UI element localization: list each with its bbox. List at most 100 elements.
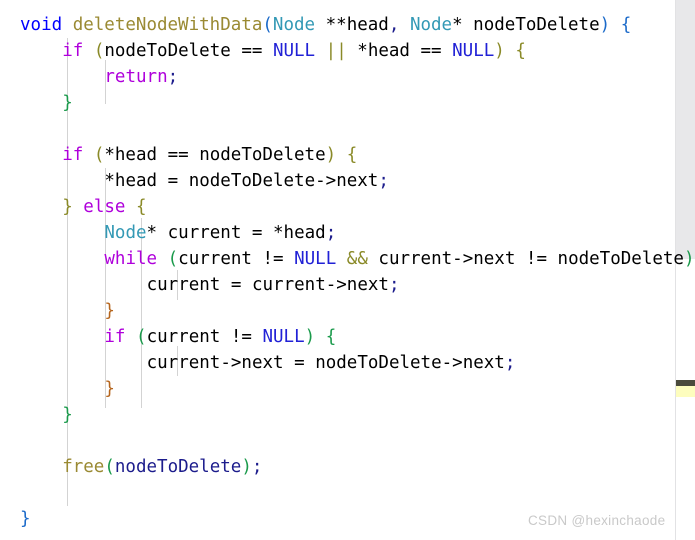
code-token: while <box>104 249 158 269</box>
code-token: Node <box>272 15 316 35</box>
code-token: { <box>346 145 358 165</box>
code-token: current <box>146 327 231 347</box>
code-token: if <box>62 41 84 61</box>
code-token: nodeToDelete <box>188 145 326 165</box>
scrollbar-thumb[interactable] <box>676 0 695 259</box>
code-token: ( <box>136 327 147 347</box>
code-token: if <box>104 327 126 347</box>
code-token: || <box>325 41 347 61</box>
code-token: head <box>346 15 389 35</box>
code-token: && <box>346 249 368 269</box>
code-token: nodeToDelete <box>114 457 242 477</box>
code-token: NULL <box>452 41 495 61</box>
code-token: ) <box>241 457 252 477</box>
code-token: ** <box>325 15 347 35</box>
code-line[interactable]: free(nodeToDelete); <box>62 454 262 480</box>
code-token: *head <box>262 223 326 243</box>
code-line[interactable]: } <box>104 376 115 402</box>
code-token: } <box>62 405 73 425</box>
code-token: else <box>83 197 126 217</box>
code-token: ( <box>93 41 105 61</box>
code-line[interactable]: if (current != NULL) { <box>104 324 336 350</box>
code-token: ) <box>494 41 505 61</box>
code-token: nodeToDelete <box>547 249 684 269</box>
code-token: free <box>62 457 105 477</box>
code-token: NULL <box>294 249 337 269</box>
code-line[interactable]: while (current != NULL && current->next … <box>104 246 694 272</box>
code-token: ; <box>388 275 400 295</box>
code-token: * <box>146 223 158 243</box>
code-line[interactable]: } <box>62 90 73 116</box>
overview-mark-highlight <box>676 386 695 397</box>
code-token: nodeToDelete <box>104 41 242 61</box>
code-line[interactable]: void deleteNodeWithData(Node **head, Nod… <box>20 12 631 38</box>
code-token: ) <box>599 15 611 35</box>
code-token: NULL <box>272 41 316 61</box>
code-token: } <box>104 301 115 321</box>
code-token: != <box>525 249 547 269</box>
code-token: * <box>452 15 463 35</box>
code-line[interactable]: } <box>104 298 115 324</box>
code-token: ; <box>378 171 389 191</box>
code-token: current <box>157 223 252 243</box>
code-token: = <box>251 223 263 243</box>
code-token: ( <box>167 249 179 269</box>
code-line[interactable]: *head = nodeToDelete->next; <box>104 168 389 194</box>
code-token: } <box>104 379 115 399</box>
code-token: *head <box>104 171 168 191</box>
code-token: ; <box>167 67 179 87</box>
code-token: current->next <box>241 275 389 295</box>
code-token: Node <box>409 15 453 35</box>
code-line[interactable]: current = current->next; <box>147 272 400 298</box>
code-token: current <box>146 275 231 295</box>
code-token: ; <box>504 353 516 373</box>
code-line[interactable]: } else { <box>62 194 146 220</box>
code-line[interactable] <box>20 116 31 142</box>
code-token: ; <box>251 457 263 477</box>
code-token: ( <box>262 15 273 35</box>
code-token: ) <box>683 249 695 269</box>
code-token: ( <box>104 457 115 477</box>
code-token: { <box>515 41 526 61</box>
code-line[interactable]: if (*head == nodeToDelete) { <box>62 142 357 168</box>
code-line[interactable]: return; <box>104 64 178 90</box>
code-line[interactable]: Node* current = *head; <box>104 220 336 246</box>
code-token: *head <box>357 41 421 61</box>
code-token: NULL <box>262 327 305 347</box>
code-token: if <box>62 145 84 165</box>
code-line[interactable]: current->next = nodeToDelete->next; <box>147 350 516 376</box>
code-token: current->next <box>367 249 526 269</box>
code-line[interactable]: } <box>20 506 31 532</box>
code-token: == <box>420 41 442 61</box>
code-token: current->next <box>146 353 295 373</box>
code-editor[interactable]: void deleteNodeWithData(Node **head, Nod… <box>0 0 695 540</box>
code-line[interactable]: } <box>62 402 73 428</box>
code-token: { <box>325 327 337 347</box>
code-token: void <box>20 15 63 35</box>
code-line[interactable] <box>20 480 31 506</box>
code-token: nodeToDelete->next <box>304 353 505 373</box>
code-line[interactable] <box>20 428 31 454</box>
code-token: ; <box>325 223 337 243</box>
code-token: return <box>104 67 168 87</box>
code-token: } <box>20 509 31 529</box>
code-token: Node <box>104 223 147 243</box>
code-token: } <box>62 197 73 217</box>
code-line[interactable]: if (nodeToDelete == NULL || *head == NUL… <box>62 38 526 64</box>
